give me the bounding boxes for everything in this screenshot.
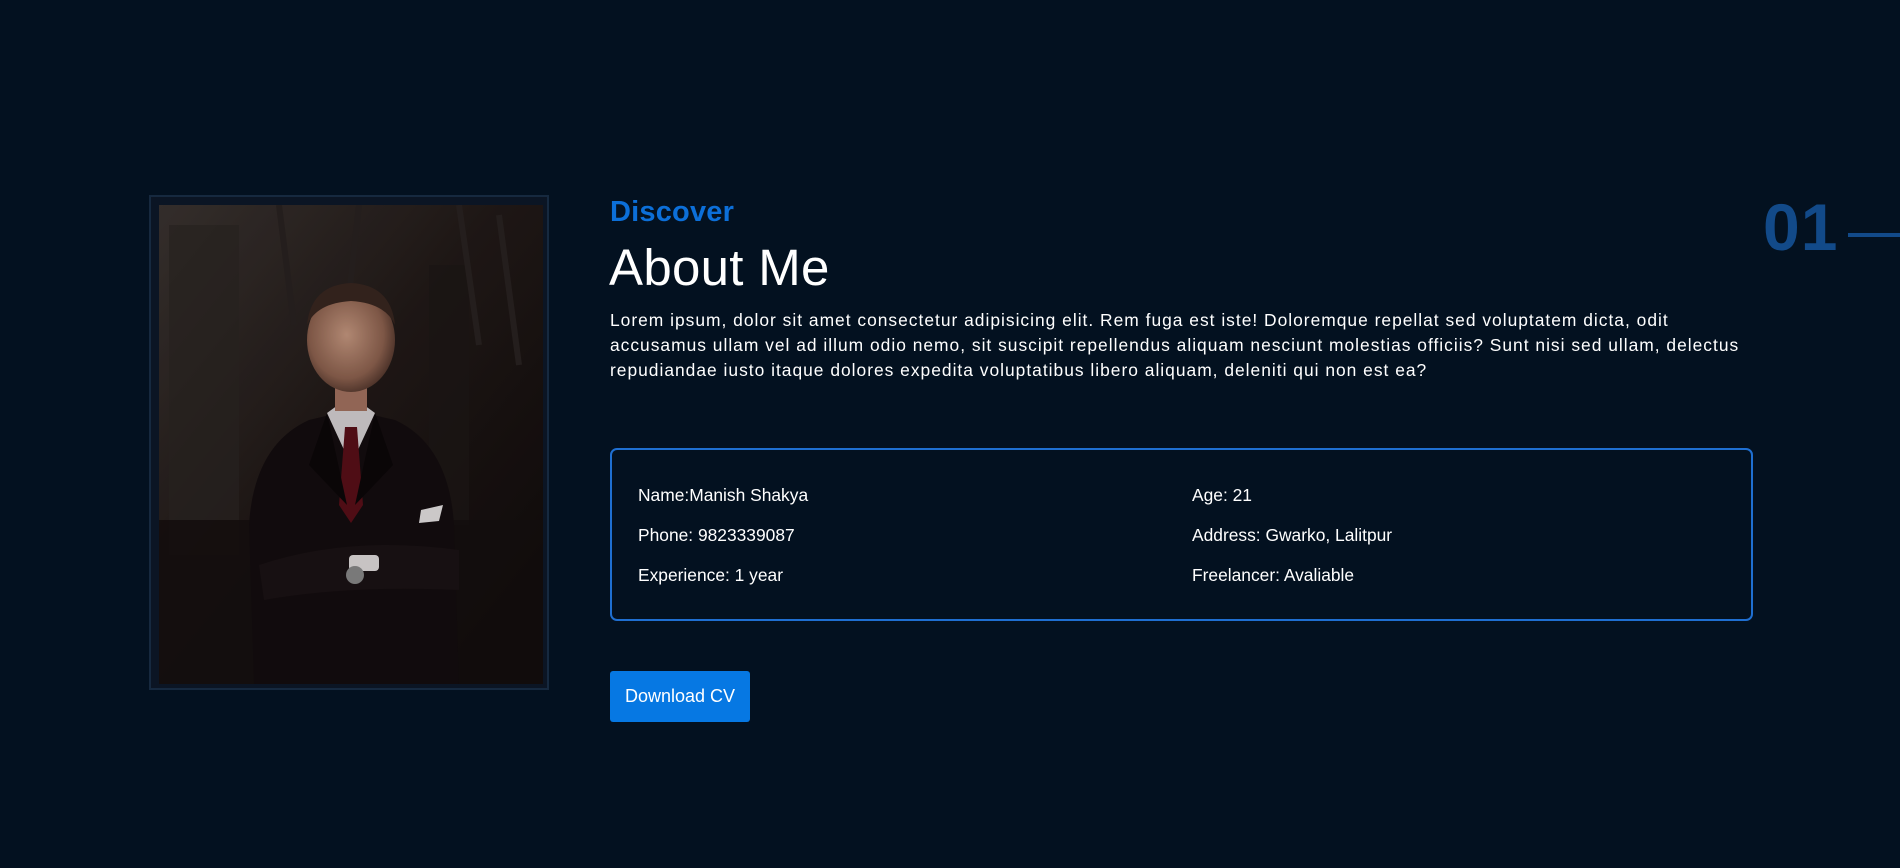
info-freelancer: Freelancer: Avaliable xyxy=(1192,565,1355,585)
profile-photo-frame xyxy=(149,195,549,690)
personal-info-box: Name:Manish Shakya Age: 21 Phone: 982333… xyxy=(610,448,1753,621)
section-number-line xyxy=(1848,233,1900,237)
info-experience: Experience: 1 year xyxy=(638,565,784,585)
section-number: 01 xyxy=(1763,190,1839,264)
info-name: Name:Manish Shakya xyxy=(638,485,809,505)
section-eyebrow: Discover xyxy=(610,196,735,228)
about-section: Discover About Me Lorem ipsum, dolor sit… xyxy=(0,0,1900,868)
info-phone: Phone: 9823339087 xyxy=(638,525,795,545)
info-age: Age: 21 xyxy=(1192,485,1252,505)
info-address: Address: Gwarko, Lalitpur xyxy=(1192,525,1393,545)
download-cv-button[interactable]: Download CV xyxy=(610,671,750,722)
section-title: About Me xyxy=(609,239,830,296)
profile-photo xyxy=(159,205,543,684)
about-bio: Lorem ipsum, dolor sit amet consectetur … xyxy=(610,310,1740,380)
